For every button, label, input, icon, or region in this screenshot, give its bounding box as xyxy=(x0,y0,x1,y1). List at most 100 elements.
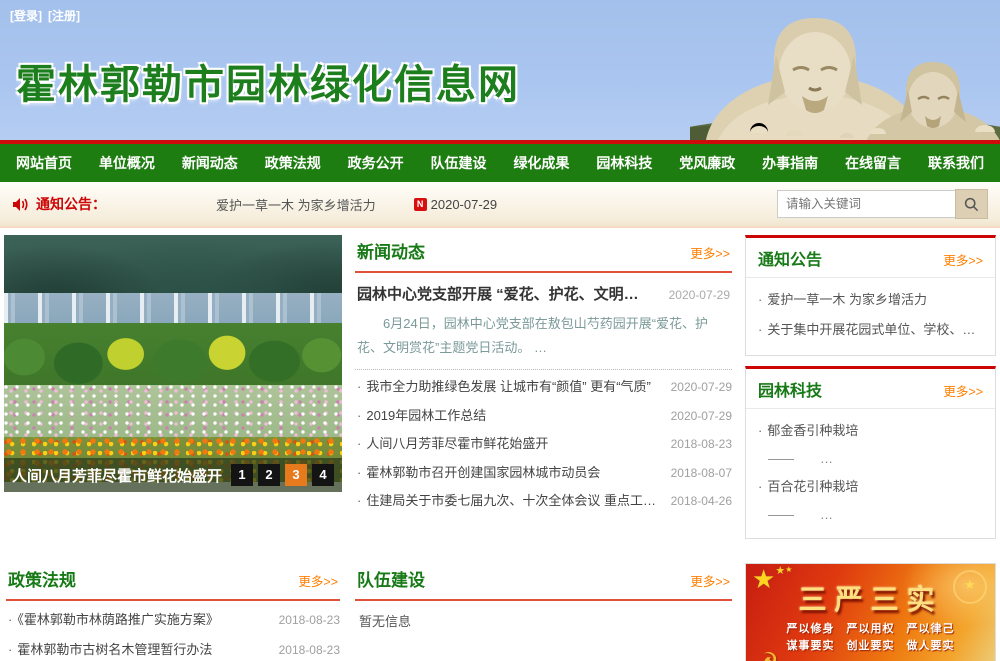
slider-photo-flowerfield xyxy=(4,385,342,437)
statues-illustration xyxy=(690,0,1000,140)
policy-link[interactable]: 《霍林郭勒市林荫路推广实施方案》 xyxy=(6,605,271,634)
policy-date: 2018-08-23 xyxy=(279,606,340,635)
new-badge: N xyxy=(414,198,427,211)
auth-links: [登录] [注册] xyxy=(10,7,86,24)
nav-item-tech[interactable]: 园林科技 xyxy=(596,153,652,173)
policy-header: 政策法规 更多>> xyxy=(6,563,340,601)
news-date: 2018-08-07 xyxy=(671,460,732,488)
page-title: 霍林郭勒市园林绿化信息网 xyxy=(16,52,520,110)
notices-box-title: 通知公告 xyxy=(758,246,822,270)
news-featured-title[interactable]: 园林中心党支部开展 “爱花、护花、文明… xyxy=(357,283,661,304)
nav-item-contact[interactable]: 联系我们 xyxy=(928,153,984,173)
notices-box: 通知公告 更多>> 爱护一草一木 为家乡增活力 关于集中开展花园式单位、学校、工… xyxy=(745,235,996,356)
news-featured: 园林中心党支部开展 “爱花、护花、文明… 2020-07-29 6月24日，园林… xyxy=(355,273,732,360)
nav-item-gov-affairs[interactable]: 政务公开 xyxy=(348,153,404,173)
login-link[interactable]: [登录] xyxy=(10,9,42,23)
news-featured-summary: 6月24日，园林中心党支部在敖包山芍药园开展“爱花、护花、文明赏花”主题党日活动… xyxy=(357,312,730,360)
policy-link[interactable]: 霍林郭勒市古树名木管理暂行办法 xyxy=(6,635,271,661)
right-sidebar: 通知公告 更多>> 爱护一草一木 为家乡增活力 关于集中开展花园式单位、学校、工… xyxy=(745,235,996,549)
slider-caption-link[interactable]: 人间八月芳菲尽霍市鲜花始盛开 xyxy=(12,465,231,486)
slider-photo-trees xyxy=(4,323,342,385)
news-row: 住建局关于市委七届九次、十次全体会议 重点工作任... 2018-04-26 xyxy=(355,487,732,516)
nav-item-about[interactable]: 单位概况 xyxy=(99,153,155,173)
main-nav: 网站首页 单位概况 新闻动态 政策法规 政务公开 队伍建设 绿化成果 园林科技 … xyxy=(0,140,1000,182)
nav-item-home[interactable]: 网站首页 xyxy=(16,153,72,173)
news-more-link[interactable]: 更多>> xyxy=(690,243,730,262)
divider xyxy=(355,369,732,370)
register-link[interactable]: [注册] xyxy=(48,9,80,23)
slider-page-1[interactable]: 1 xyxy=(231,464,253,486)
tech-more-link[interactable]: 更多>> xyxy=(943,381,983,400)
news-row: 人间八月芳菲尽霍市鲜花始盛开 2018-08-23 xyxy=(355,430,732,459)
nav-item-guide[interactable]: 办事指南 xyxy=(762,153,818,173)
news-header: 新闻动态 更多>> xyxy=(355,235,732,273)
content-row-top: 人间八月芳菲尽霍市鲜花始盛开 1 2 3 4 新闻动态 更多>> xyxy=(4,235,996,549)
slider-page-4[interactable]: 4 xyxy=(312,464,334,486)
policy-title: 政策法规 xyxy=(8,566,76,591)
notice-link[interactable]: 关于集中开展花园式单位、学校、工厂… xyxy=(758,315,983,345)
search-form xyxy=(777,189,988,219)
slider-page-2[interactable]: 2 xyxy=(258,464,280,486)
notice-bar: 通知公告： 爱护一草一木 为家乡增活力 N 2020-07-29 xyxy=(0,182,1000,228)
notice-ticker-link[interactable]: 爱护一草一木 为家乡增活力 xyxy=(216,195,376,214)
news-title: 新闻动态 xyxy=(357,238,425,263)
notice-label: 通知公告： xyxy=(36,194,106,214)
photo-slider[interactable]: 人间八月芳菲尽霍市鲜花始盛开 1 2 3 4 xyxy=(4,235,342,492)
team-empty-message: 暂无信息 xyxy=(355,601,732,640)
tech-link[interactable]: 郁金香引种栽培 xyxy=(758,416,983,446)
notices-box-header: 通知公告 更多>> xyxy=(746,238,995,278)
slider-page-3-active[interactable]: 3 xyxy=(285,464,307,486)
news-row: 霍林郭勒市召开创建国家园林城市动员会 2018-08-07 xyxy=(355,459,732,488)
banner-title: 三严三实 xyxy=(746,578,995,618)
news-link[interactable]: 人间八月芳菲尽霍市鲜花始盛开 xyxy=(355,430,663,458)
news-featured-date: 2020-07-29 xyxy=(669,288,730,302)
tech-box: 园林科技 更多>> 郁金香引种栽培 —— … 百合花引种栽培 —— … xyxy=(745,366,996,539)
team-more-link[interactable]: 更多>> xyxy=(690,571,730,590)
tech-link-sub[interactable]: —— … xyxy=(758,502,983,528)
speaker-icon xyxy=(12,197,29,212)
tech-link[interactable]: 百合花引种栽培 xyxy=(758,472,983,502)
notice-link[interactable]: 爱护一草一木 为家乡增活力 xyxy=(758,285,983,315)
nav-item-news[interactable]: 新闻动态 xyxy=(182,153,238,173)
news-date: 2018-04-26 xyxy=(671,488,732,516)
nav-item-team[interactable]: 队伍建设 xyxy=(431,153,487,173)
main-content: 人间八月芳菲尽霍市鲜花始盛开 1 2 3 4 新闻动态 更多>> xyxy=(0,228,1000,661)
news-section: 新闻动态 更多>> 园林中心党支部开展 “爱花、护花、文明… 2020-07-2… xyxy=(351,235,736,549)
tech-link-sub[interactable]: —— … xyxy=(758,446,983,472)
three-stricts-banner[interactable]: ★★★ 三严三实 严以修身 严以用权 严以律己 谋事要实 创业要实 做人要实 ☭ xyxy=(745,563,996,661)
nav-item-greening[interactable]: 绿化成果 xyxy=(513,153,569,173)
news-list: 我市全力助推绿色发展 让城市有“颜值” 更有“气质” 2020-07-29 20… xyxy=(355,373,732,516)
tech-box-title: 园林科技 xyxy=(758,377,822,401)
nav-item-message[interactable]: 在线留言 xyxy=(845,153,901,173)
policy-row: 霍林郭勒市古树名木管理暂行办法 2018-08-23 xyxy=(6,635,340,661)
policy-date: 2018-08-23 xyxy=(279,636,340,661)
team-header: 队伍建设 更多>> xyxy=(355,563,732,601)
news-link[interactable]: 2019年园林工作总结 xyxy=(355,402,663,430)
search-input[interactable] xyxy=(777,190,955,218)
news-link[interactable]: 住建局关于市委七届九次、十次全体会议 重点工作任... xyxy=(355,487,663,515)
party-emblem-icon: ☭ xyxy=(756,647,779,661)
nav-item-party[interactable]: 党风廉政 xyxy=(679,153,735,173)
notice-date: 2020-07-29 xyxy=(431,197,498,212)
site-header: [登录] [注册] 霍林郭勒市园林绿化信息网 xyxy=(0,0,1000,140)
slider-caption-bar: 人间八月芳菲尽霍市鲜花始盛开 1 2 3 4 xyxy=(4,458,342,492)
tech-box-body: 郁金香引种栽培 —— … 百合花引种栽培 —— … xyxy=(746,409,995,538)
banner-line1: 严以修身 严以用权 严以律己 xyxy=(746,620,995,636)
news-date: 2020-07-29 xyxy=(671,403,732,431)
slider-pagination: 1 2 3 4 xyxy=(231,464,334,486)
search-button[interactable] xyxy=(955,189,988,219)
bottom-right-area: ★★★ 三严三实 严以修身 严以用权 严以律己 谋事要实 创业要实 做人要实 ☭… xyxy=(745,563,996,661)
notices-more-link[interactable]: 更多>> xyxy=(943,250,983,269)
nav-item-policy[interactable]: 政策法规 xyxy=(265,153,321,173)
policy-section: 政策法规 更多>> 《霍林郭勒市林荫路推广实施方案》 2018-08-23 霍林… xyxy=(4,563,342,661)
banner-line2: 谋事要实 创业要实 做人要实 xyxy=(746,637,995,653)
news-link[interactable]: 我市全力助推绿色发展 让城市有“颜值” 更有“气质” xyxy=(355,373,663,401)
search-icon xyxy=(964,197,979,212)
news-link[interactable]: 霍林郭勒市召开创建国家园林城市动员会 xyxy=(355,459,663,487)
tech-box-header: 园林科技 更多>> xyxy=(746,369,995,409)
news-row: 我市全力助推绿色发展 让城市有“颜值” 更有“气质” 2020-07-29 xyxy=(355,373,732,402)
news-date: 2018-08-23 xyxy=(671,431,732,459)
team-section: 队伍建设 更多>> 暂无信息 xyxy=(351,563,736,661)
policy-more-link[interactable]: 更多>> xyxy=(298,571,338,590)
bottom-left-area: 政策法规 更多>> 《霍林郭勒市林荫路推广实施方案》 2018-08-23 霍林… xyxy=(4,563,736,661)
